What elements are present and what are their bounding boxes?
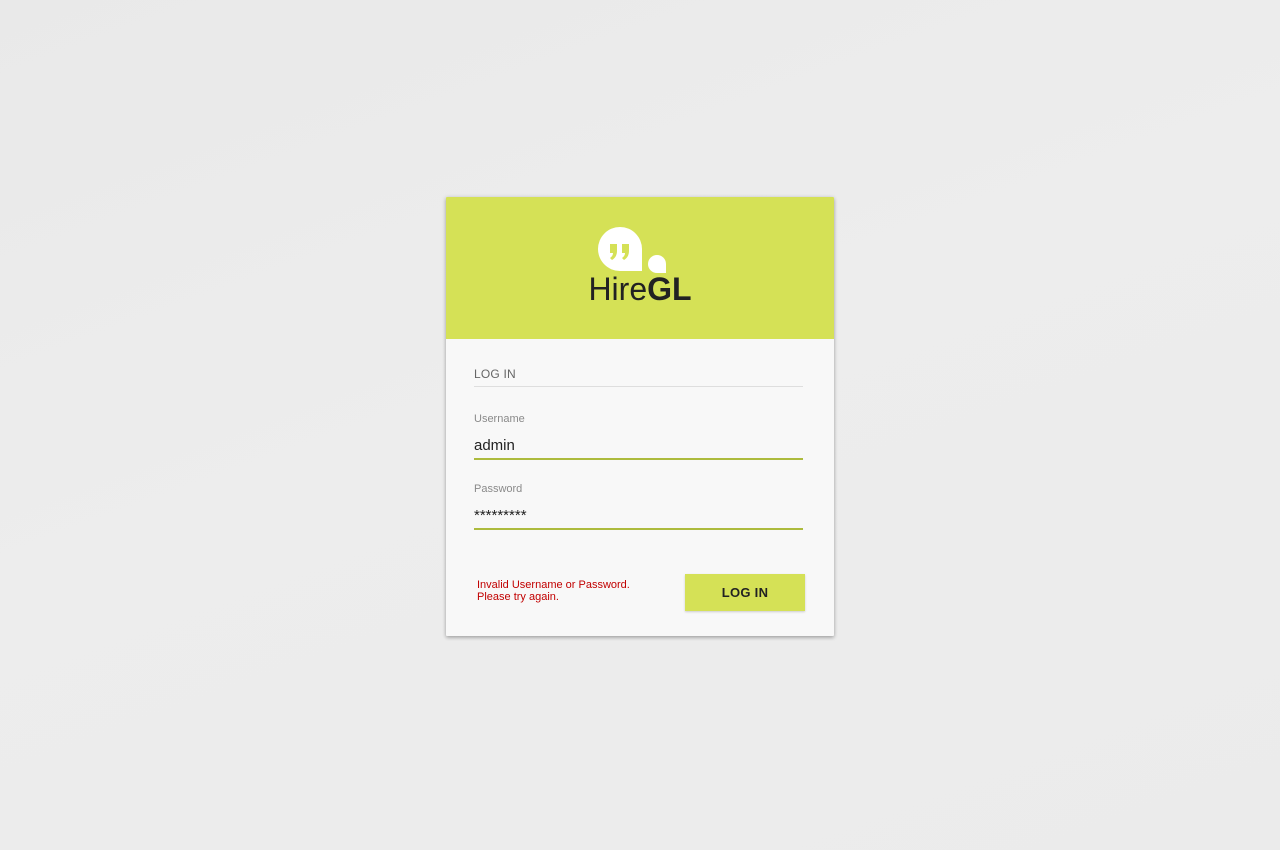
password-input[interactable] (474, 504, 803, 526)
username-input[interactable] (474, 434, 803, 456)
username-label: Username (474, 413, 525, 425)
password-field: Password (474, 483, 803, 530)
error-message-line2: Please try again. (477, 591, 559, 603)
username-underline (474, 458, 803, 460)
password-underline (474, 528, 803, 530)
quote-bubble-icon (598, 227, 666, 273)
password-label: Password (474, 483, 523, 495)
login-card: HireGL LOG IN Username Password Invalid … (446, 197, 834, 636)
brand-name-light: Hire (588, 271, 648, 307)
section-divider (474, 386, 803, 387)
brand-logo-text: HireGL (446, 271, 834, 308)
error-message: Invalid Username or Password. Please try… (477, 579, 667, 603)
username-field: Username (474, 413, 803, 460)
section-title: LOG IN (474, 367, 516, 381)
brand-header: HireGL (446, 197, 834, 339)
brand-name-bold: GL (647, 271, 692, 307)
error-message-line1: Invalid Username or Password. (477, 579, 630, 591)
login-button[interactable]: LOG IN (685, 574, 805, 611)
